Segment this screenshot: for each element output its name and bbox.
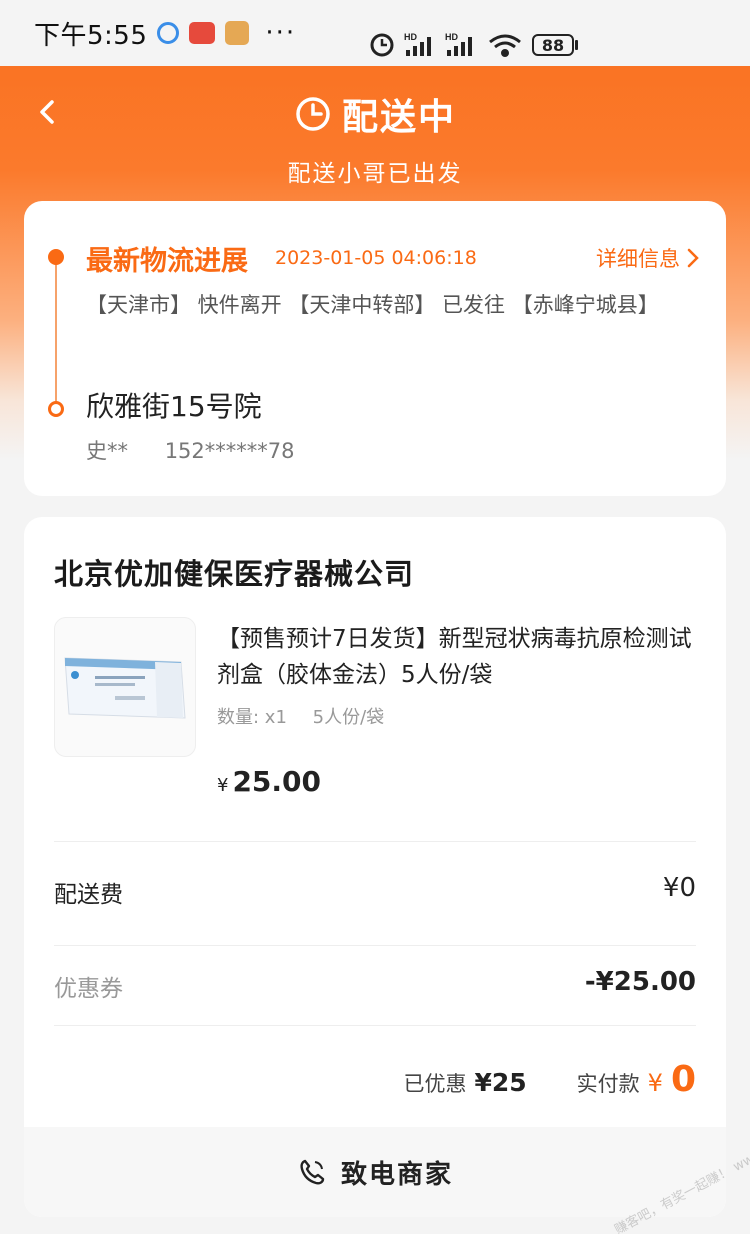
cloud-app-icon bbox=[225, 21, 250, 45]
battery-icon: 88 bbox=[532, 34, 574, 56]
page-title-wrap: 配送中 bbox=[0, 88, 750, 140]
shop-name[interactable]: 北京优加健保医疗器械公司 bbox=[54, 551, 414, 593]
alarm-icon bbox=[370, 33, 394, 57]
more-notifications-icon: ··· bbox=[265, 18, 297, 48]
product-name[interactable]: 【预售预计7日发货】新型冠状病毒抗原检测试剂盒（胶体金法）5人份/袋 bbox=[217, 621, 697, 693]
product-quantity: 数量: x1 bbox=[217, 707, 287, 728]
logistics-time: 2023-01-05 04:06:18 bbox=[275, 247, 477, 269]
coupon-value: -¥25.00 bbox=[584, 967, 696, 997]
header: 配送中 配送小哥已出发 bbox=[0, 66, 750, 196]
discount-label: 已优惠 bbox=[403, 1072, 467, 1096]
order-card: 北京优加健保医疗器械公司 【预售预计7日发货】新型冠状病毒抗原检测试剂盒（胶体金… bbox=[24, 517, 726, 1217]
recipient-name: 史** bbox=[86, 439, 128, 463]
delivery-fee-label: 配送费 bbox=[54, 882, 123, 908]
divider bbox=[54, 945, 696, 946]
timeline-dot-destination bbox=[48, 401, 64, 417]
price-value: 25.00 bbox=[232, 765, 322, 798]
call-merchant-label: 致电商家 bbox=[340, 1159, 453, 1190]
divider bbox=[54, 841, 696, 842]
logistics-title: 最新物流进展 bbox=[86, 246, 248, 277]
paid-value: 0 bbox=[670, 1059, 696, 1100]
paid-label: 实付款 bbox=[576, 1072, 640, 1096]
page-subtitle: 配送小哥已出发 bbox=[287, 161, 463, 187]
timeline-dot-current bbox=[48, 249, 64, 265]
timeline-line bbox=[55, 259, 57, 409]
notification-app-icon bbox=[189, 22, 216, 44]
phone-icon bbox=[300, 1159, 325, 1185]
svg-text:HD: HD bbox=[445, 32, 458, 42]
battery-tip bbox=[575, 40, 578, 50]
status-time: 下午5:55 bbox=[34, 20, 148, 51]
call-merchant-button[interactable]: 致电商家 bbox=[24, 1127, 726, 1217]
wifi-icon bbox=[489, 34, 521, 57]
signal-1-icon: HD bbox=[404, 32, 431, 56]
product-spec: 数量: x1 5人份/袋 bbox=[217, 703, 384, 729]
signal-2-icon: HD bbox=[445, 32, 472, 56]
svg-text:HD: HD bbox=[404, 32, 417, 42]
recipient-phone: 152******78 bbox=[164, 439, 295, 463]
product-image[interactable] bbox=[54, 617, 196, 757]
price-symbol: ¥ bbox=[217, 775, 229, 796]
discount-value: ¥25 bbox=[474, 1068, 527, 1097]
recipient-contact: 史** 152******78 bbox=[86, 435, 295, 465]
browser-app-icon bbox=[157, 22, 180, 44]
logistics-card: 最新物流进展 2023-01-05 04:06:18 详细信息 【天津市】 快件… bbox=[24, 201, 726, 496]
logistics-description: 【天津市】 快件离开 【天津中转部】 已发往 【赤峰宁城县】 bbox=[86, 293, 659, 317]
detail-info-label: 详细信息 bbox=[596, 247, 680, 271]
delivery-address: 欣雅街15号院 bbox=[86, 390, 262, 423]
divider bbox=[54, 1025, 696, 1026]
order-summary: 已优惠 ¥25 实付款 ¥ 0 bbox=[403, 1059, 696, 1100]
product-variant: 5人份/袋 bbox=[312, 707, 385, 728]
clock-icon bbox=[296, 97, 330, 131]
signal-wifi-icons: HD HD bbox=[370, 32, 521, 57]
product-price: ¥25.00 bbox=[217, 765, 321, 798]
coupon-label: 优惠券 bbox=[54, 976, 123, 1002]
detail-info-link[interactable]: 详细信息 bbox=[596, 243, 700, 273]
delivery-fee-value: ¥0 bbox=[662, 873, 696, 903]
paid-symbol: ¥ bbox=[647, 1069, 663, 1097]
test-kit-box-image bbox=[64, 657, 186, 719]
page-title: 配送中 bbox=[341, 97, 456, 138]
chevron-right-icon bbox=[687, 248, 699, 268]
battery-level: 88 bbox=[541, 35, 565, 55]
